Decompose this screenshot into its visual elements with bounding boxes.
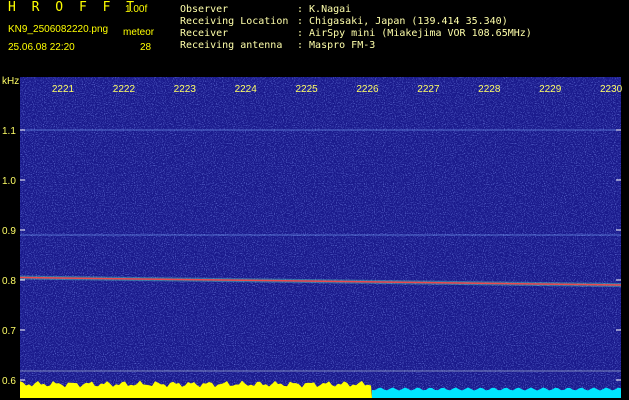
x-tick-label-8: 2229 [539, 84, 562, 95]
x-tick-label-6: 2227 [417, 84, 440, 95]
meteor-count: 28 [140, 42, 152, 53]
plot-area [19, 77, 622, 398]
info-location-label: Receiving Location [180, 16, 289, 27]
app-name: H R O F F T [8, 0, 139, 15]
y-tick-label-2: 0.8 [2, 276, 16, 287]
y-tick-label-3: 0.9 [2, 226, 16, 237]
y-tick-label-4: 1.0 [2, 176, 16, 187]
info-observer-value: : K.Nagai [297, 4, 352, 15]
info-observer-label: Observer [180, 4, 229, 15]
x-tick-label-3: 2224 [235, 84, 258, 95]
x-tick-label-4: 2225 [295, 84, 318, 95]
x-tick-label-2: 2223 [174, 84, 197, 95]
info-location-value: : Chigasaki, Japan (139.414 35.340) [297, 16, 508, 27]
file-name: KN9_2506082220.png [8, 24, 109, 35]
x-tick-label-7: 2228 [478, 84, 501, 95]
info-receiver-label: Receiver [180, 28, 229, 39]
x-tick-label-1: 2222 [113, 84, 136, 95]
y-axis-unit: kHz [2, 76, 19, 87]
y-tick-label-5: 1.1 [2, 126, 16, 137]
version: 1.00f [125, 4, 148, 15]
info-receiver-value: : AirSpy mini (Miakejima VOR 108.65MHz) [297, 28, 532, 39]
info-antenna-value: : Maspro FM-3 [297, 40, 376, 51]
noise-texture [20, 77, 621, 398]
y-tick-label-1: 0.7 [2, 326, 16, 337]
x-tick-label-0: 2221 [52, 84, 75, 95]
spectrogram-chart: kHz 0.6 0.7 0.8 0.9 1.0 1.1 2221 2222 2223 2224 22… [2, 76, 623, 398]
meteor-label: meteor [123, 27, 155, 38]
y-tick-label-0: 0.6 [2, 376, 16, 387]
info-antenna-label: Receiving antenna [180, 40, 283, 51]
date-time: 25.06.08 22:20 [8, 42, 75, 53]
x-tick-label-9: 2230 [600, 84, 623, 95]
x-tick-label-5: 2226 [356, 84, 379, 95]
